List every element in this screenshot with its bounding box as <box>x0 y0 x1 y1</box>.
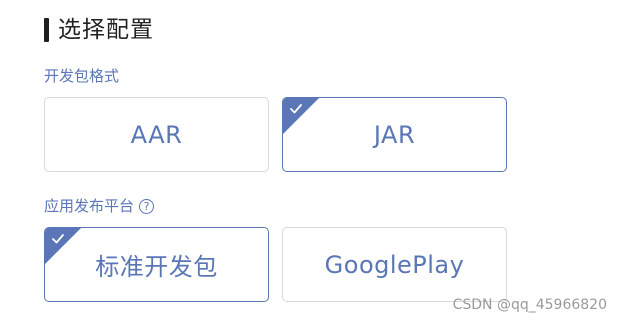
option-googleplay-card[interactable]: GooglePlay <box>282 227 507 302</box>
section-header: 选择配置 <box>44 14 154 46</box>
option-aar-label: AAR <box>130 120 183 149</box>
section-title: 选择配置 <box>58 17 154 43</box>
checkmark-icon <box>52 234 64 244</box>
platform-group-label: 应用发布平台 ? <box>44 196 155 216</box>
option-standard-package-card[interactable]: 标准开发包 <box>44 227 269 302</box>
help-question-icon[interactable]: ? <box>139 198 155 214</box>
option-jar-card[interactable]: JAR <box>282 97 507 172</box>
option-googleplay-label: GooglePlay <box>324 250 465 279</box>
option-aar-card[interactable]: AAR <box>44 97 269 172</box>
watermark-text: CSDN @qq_45966820 <box>452 297 607 313</box>
option-standard-package-label: 标准开发包 <box>95 253 218 281</box>
platform-label-text: 应用发布平台 <box>44 197 135 215</box>
package-format-label: 开发包格式 <box>44 67 120 85</box>
checkmark-icon <box>290 104 302 114</box>
option-jar-label: JAR <box>373 120 416 149</box>
section-accent-bar <box>44 18 49 42</box>
